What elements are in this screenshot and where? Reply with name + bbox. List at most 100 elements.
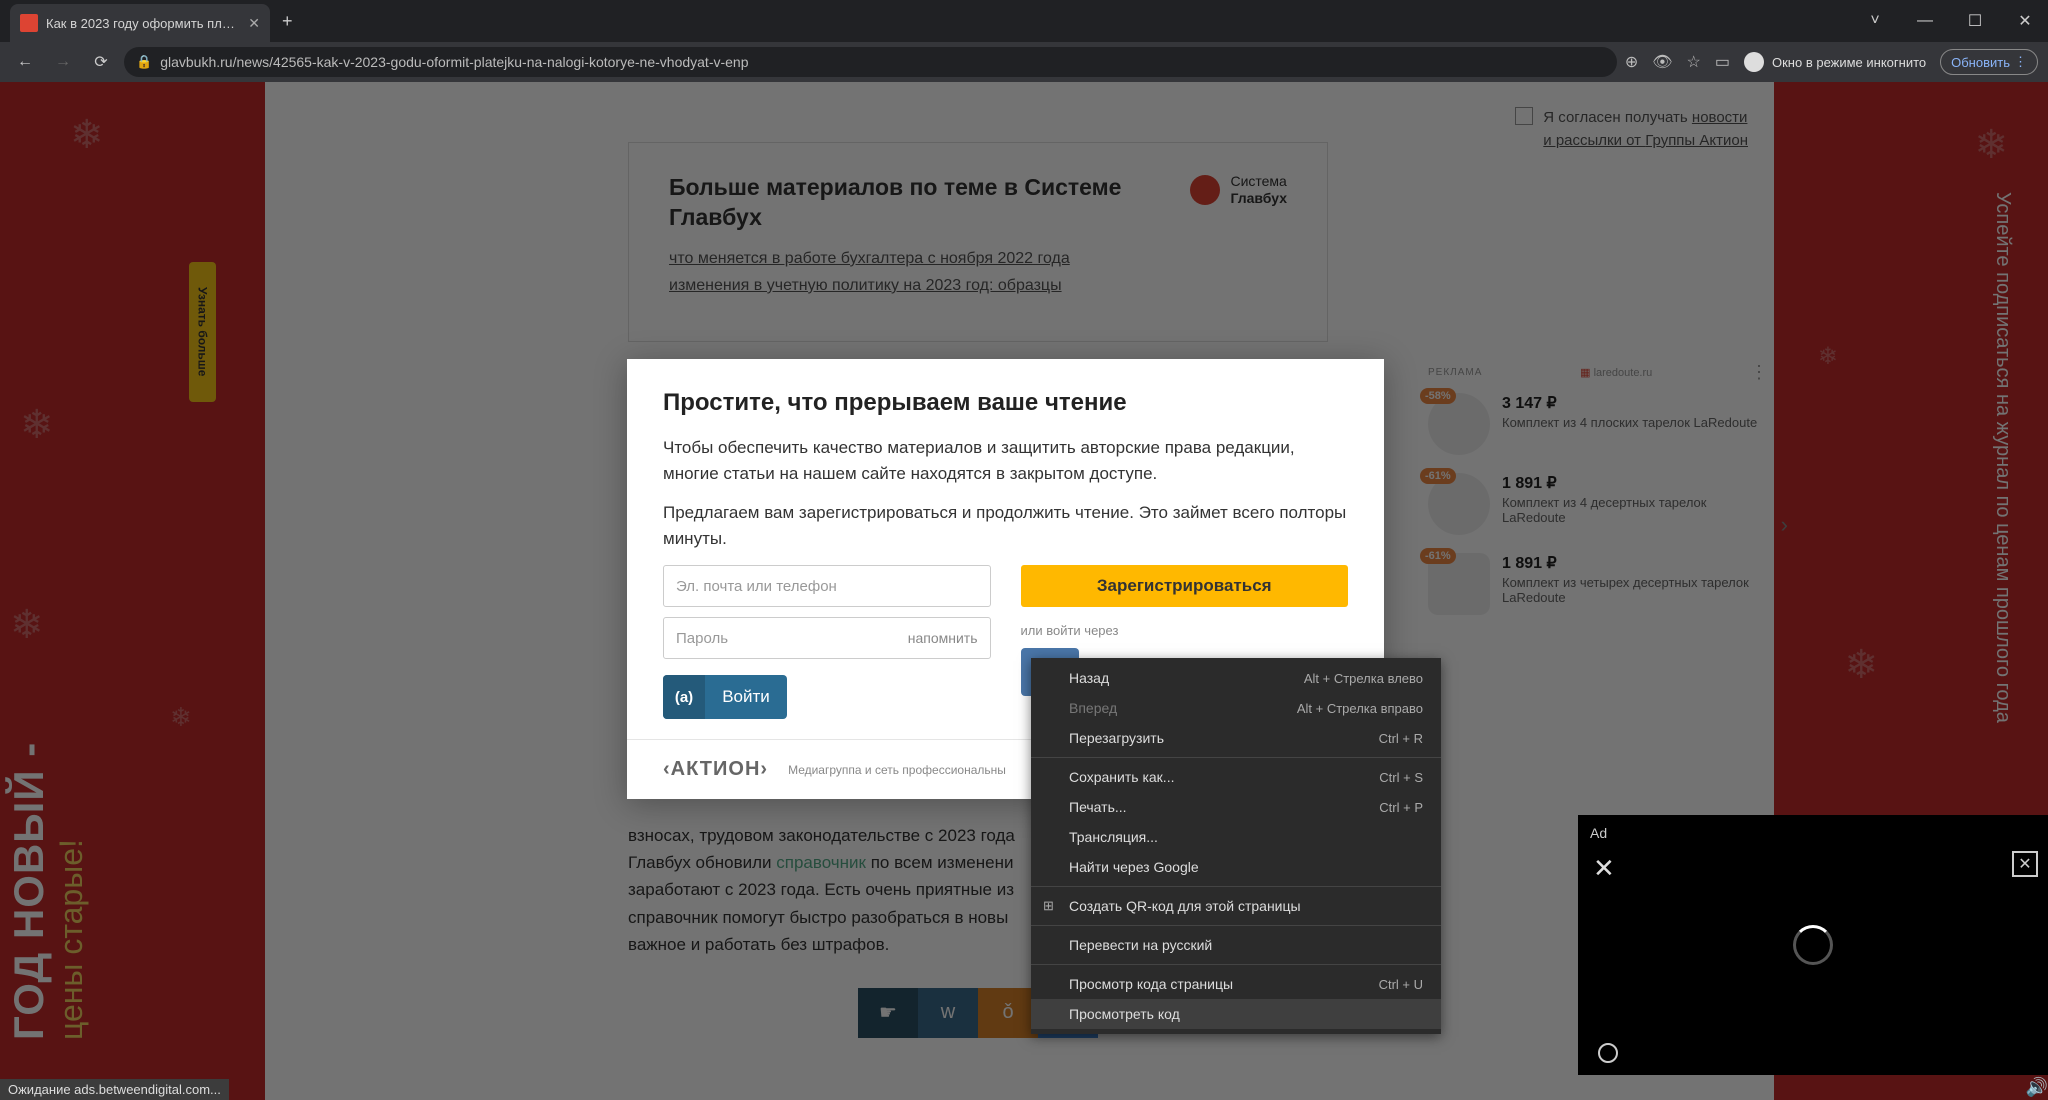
url-input[interactable]: 🔒 glavbukh.ru/news/42565-kak-v-2023-godu… xyxy=(124,47,1617,77)
ad-label: Ad xyxy=(1590,825,1607,841)
ad-item[interactable]: -58% 3 147 ₽ Комплект из 4 плоских тарел… xyxy=(1428,393,1768,455)
register-button[interactable]: Зарегистрироваться xyxy=(1021,565,1349,607)
related-link[interactable]: изменения в учетную политику на 2023 год… xyxy=(669,272,1287,299)
cm-separator xyxy=(1031,925,1441,926)
snowflake-icon: ❄ xyxy=(1818,342,1838,371)
reading-list-icon[interactable]: ▭ xyxy=(1715,52,1730,72)
brand-badge: Система Главбух xyxy=(1190,173,1287,207)
reference-link[interactable]: справочник xyxy=(776,853,866,872)
remind-link[interactable]: напомнить xyxy=(908,630,978,646)
forward-button[interactable]: → xyxy=(48,47,78,77)
new-tab-button[interactable]: + xyxy=(282,11,293,32)
cm-save-as[interactable]: Сохранить как...Ctrl + S xyxy=(1031,762,1441,792)
cm-print[interactable]: Печать...Ctrl + P xyxy=(1031,792,1441,822)
favicon-icon xyxy=(20,14,38,32)
ad-domain[interactable]: ▦ laredoute.ru xyxy=(1580,366,1652,379)
brand-text: Система Главбух xyxy=(1230,173,1287,207)
reload-button[interactable]: ⟳ xyxy=(86,47,116,77)
modal-paragraph: Предлагаем вам зарегистрироваться и прод… xyxy=(663,500,1348,551)
status-bar: Ожидание ads.betweendigital.com... xyxy=(0,1079,229,1100)
cm-reload[interactable]: ПерезагрузитьCtrl + R xyxy=(1031,723,1441,753)
ad-item[interactable]: -61% 1 891 ₽ Комплект из четырех десертн… xyxy=(1428,553,1768,615)
cm-cast[interactable]: Трансляция... xyxy=(1031,822,1441,852)
loading-spinner-icon xyxy=(1793,925,1833,965)
related-links: что меняется в работе бухгалтера с ноябр… xyxy=(669,245,1287,299)
url-text: glavbukh.ru/news/42565-kak-v-2023-godu-o… xyxy=(160,54,748,70)
close-window-button[interactable]: ✕ xyxy=(2002,5,2048,37)
viewport: ❄ ❄ ❄ ❄ ГОД НОВЫЙ - цены старые! Узнать … xyxy=(0,82,2048,1100)
ad-progress-icon xyxy=(1598,1043,1618,1063)
newsletter-link[interactable]: и рассылки от Группы Актион xyxy=(1543,132,1748,149)
share-vk-icon[interactable]: w xyxy=(918,988,978,1038)
menu-dots-icon: ⋮ xyxy=(2014,54,2027,70)
cm-separator xyxy=(1031,964,1441,965)
cm-back[interactable]: НазадAlt + Стрелка влево xyxy=(1031,663,1441,693)
login-button[interactable]: (a) Войти xyxy=(663,675,787,719)
consent-block: Я согласен получать новости и рассылки о… xyxy=(1515,107,1748,152)
footer-text: Медиагруппа и сеть профессиональны xyxy=(788,763,1006,777)
snowflake-icon: ❄ xyxy=(1844,642,1878,688)
cm-search-google[interactable]: Найти через Google xyxy=(1031,852,1441,882)
browser-tab[interactable]: Как в 2023 году оформить плат... ✕ xyxy=(10,4,270,42)
email-field[interactable]: Эл. почта или телефон xyxy=(663,565,991,607)
password-field[interactable]: Пароль напомнить xyxy=(663,617,991,659)
ad-item[interactable]: -61% 1 891 ₽ Комплект из 4 десертных тар… xyxy=(1428,473,1768,535)
ad-popup: Ad ✕ ✕ 🔊 xyxy=(1578,815,2048,1075)
news-link[interactable]: новости xyxy=(1692,109,1748,126)
minimize-button[interactable]: — xyxy=(1902,5,1948,37)
bookmark-icon[interactable]: ☆ xyxy=(1687,52,1701,72)
qr-icon: ⊞ xyxy=(1043,898,1054,914)
left-banner[interactable]: ❄ ❄ ❄ ❄ ГОД НОВЫЙ - цены старые! Узнать … xyxy=(0,82,265,1100)
cm-view-source[interactable]: Просмотр кода страницыCtrl + U xyxy=(1031,969,1441,999)
update-button[interactable]: Обновить ⋮ xyxy=(1940,49,2038,75)
incognito-badge: Окно в режиме инкогнито xyxy=(1744,52,1926,72)
sound-icon[interactable]: 🔊 xyxy=(2026,1077,2048,1098)
ad-next-icon[interactable]: › xyxy=(1781,512,1788,538)
ad-image: -61% xyxy=(1428,473,1490,535)
snowflake-icon: ❄ xyxy=(1974,122,2008,168)
ad-close-box-icon[interactable]: ✕ xyxy=(2012,851,2038,877)
dropdown-icon[interactable]: ˅ xyxy=(1852,5,1898,37)
ad-close-x-icon[interactable]: ✕ xyxy=(1593,853,1615,884)
window-controls: ˅ — ☐ ✕ xyxy=(1852,5,2048,37)
cm-create-qr[interactable]: ⊞Создать QR-код для этой страницы xyxy=(1031,891,1441,921)
incognito-icon xyxy=(1744,52,1764,72)
cm-forward: ВпередAlt + Стрелка вправо xyxy=(1031,693,1441,723)
ad-header: РЕКЛАМА ▦ laredoute.ru ⋮ xyxy=(1428,362,1768,383)
right-banner-text: Успейте подписаться на журнал по ценам п… xyxy=(1988,192,2018,723)
tab-title: Как в 2023 году оформить плат... xyxy=(46,16,240,31)
learn-more-sticker[interactable]: Узнать больше xyxy=(189,262,216,402)
zoom-icon[interactable]: ⊕ xyxy=(1625,52,1638,72)
snowflake-icon: ❄ xyxy=(10,602,44,648)
cm-inspect[interactable]: Просмотреть код xyxy=(1031,999,1441,1029)
share-ok-icon[interactable]: ǒ xyxy=(978,988,1038,1038)
ad-image: -61% xyxy=(1428,553,1490,615)
lock-icon: 🔒 xyxy=(136,54,152,70)
eye-off-icon[interactable]: 👁 xyxy=(1652,52,1672,72)
context-menu: НазадAlt + Стрелка влево ВпередAlt + Стр… xyxy=(1031,658,1441,1034)
ad-image: -58% xyxy=(1428,393,1490,455)
share-pointer-icon[interactable]: ☛ xyxy=(858,988,918,1038)
cm-separator xyxy=(1031,886,1441,887)
brand-icon xyxy=(1190,175,1220,205)
close-tab-icon[interactable]: ✕ xyxy=(248,15,260,32)
modal-paragraph: Чтобы обеспечить качество материалов и з… xyxy=(663,435,1348,486)
related-materials-box: Система Главбух Больше материалов по тем… xyxy=(628,142,1328,342)
snowflake-icon: ❄ xyxy=(70,112,104,158)
modal-title: Простите, что прерываем ваше чтение xyxy=(663,389,1348,417)
aktion-logo: ‹АКТИОН› xyxy=(663,758,768,781)
cm-separator xyxy=(1031,757,1441,758)
ad-menu-icon[interactable]: ⋮ xyxy=(1750,362,1768,383)
maximize-button[interactable]: ☐ xyxy=(1952,5,1998,37)
address-bar: ← → ⟳ 🔒 glavbukh.ru/news/42565-kak-v-202… xyxy=(0,42,2048,82)
address-icons: ⊕ 👁 ☆ ▭ Окно в режиме инкогнито Обновить… xyxy=(1625,49,2038,75)
snowflake-icon: ❄ xyxy=(170,702,192,733)
back-button[interactable]: ← xyxy=(10,47,40,77)
related-link[interactable]: что меняется в работе бухгалтера с ноябр… xyxy=(669,245,1287,272)
banner-text: ГОД НОВЫЙ - цены старые! xyxy=(5,742,90,1040)
cm-translate[interactable]: Перевести на русский xyxy=(1031,930,1441,960)
consent-checkbox[interactable] xyxy=(1515,107,1533,125)
incognito-label: Окно в режиме инкогнито xyxy=(1772,55,1926,70)
snowflake-icon: ❄ xyxy=(20,402,54,448)
ad-sidebar: РЕКЛАМА ▦ laredoute.ru ⋮ -58% 3 147 ₽ Ко… xyxy=(1428,362,1768,633)
